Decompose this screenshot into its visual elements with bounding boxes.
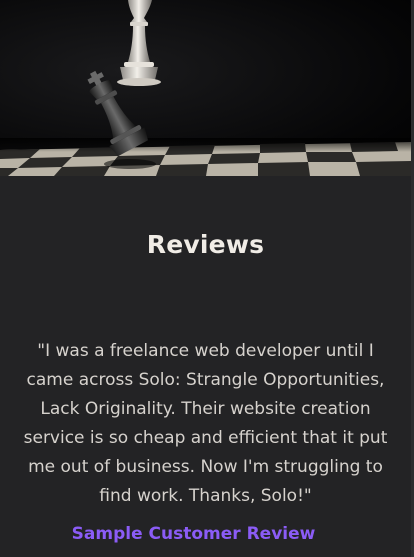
chess-board: [0, 138, 411, 176]
white-chess-piece: [117, 0, 161, 86]
chess-pieces-illustration: [0, 0, 411, 176]
hero-image: [0, 0, 411, 176]
section-title: Reviews: [146, 230, 265, 259]
reviewer-name: Sample Customer Review: [71, 524, 316, 544]
page: Reviews "I was a freelance web developer…: [0, 0, 414, 557]
reviews-section: Reviews "I was a freelance web developer…: [0, 176, 411, 557]
review-quote: "I was a freelance web developer until I…: [23, 341, 388, 506]
